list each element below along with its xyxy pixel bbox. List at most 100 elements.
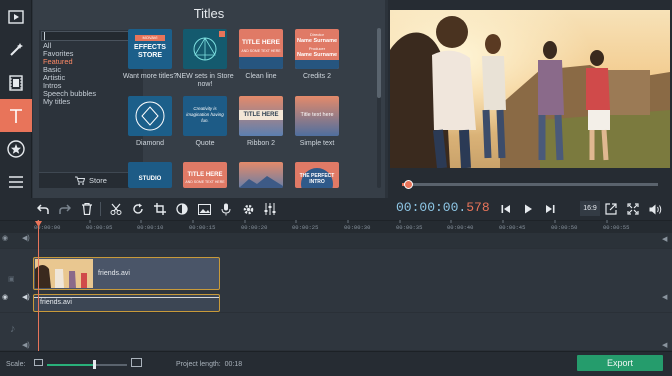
speaker-icon-active[interactable]: ◀) <box>22 293 30 301</box>
tile-preview-text: TITLE HERE <box>187 172 223 178</box>
clip-filename: friends.avi <box>98 270 130 277</box>
title-tile-quote[interactable]: Creativity is imagination having fun. <box>183 96 227 136</box>
ruler-tick: 00:00:15 <box>189 224 216 231</box>
tile-label: Quote <box>195 140 215 147</box>
bottom-bar: Scale: Project length: 00:18 <box>0 351 672 376</box>
tile-preview-text: STUDIO <box>138 176 162 182</box>
magic-wand-icon[interactable] <box>0 33 32 66</box>
title-tile-new-sets[interactable] <box>183 29 227 69</box>
speaker-icon[interactable]: ◀ <box>662 293 667 301</box>
tile-preview-sub: AND SOME TEXT HERE <box>185 180 225 184</box>
volume-icon[interactable] <box>647 201 663 217</box>
video-clip[interactable]: friends.avi <box>33 257 220 290</box>
ruler-tick: 00:00:55 <box>603 224 630 231</box>
color-adjust-icon[interactable] <box>174 201 190 217</box>
edit-toolbar <box>0 198 672 220</box>
redo-icon[interactable] <box>57 201 73 217</box>
timeline-ruler[interactable]: 00:00:00 00:00:05 00:00:10 00:00:15 00:0… <box>0 220 672 233</box>
seek-bar[interactable] <box>402 183 658 186</box>
ruler-tick: 00:00:50 <box>551 224 578 231</box>
speaker-icon[interactable]: ◀) <box>22 234 30 242</box>
title-tile-diamond[interactable] <box>128 96 172 136</box>
tile-preview-sub: Producer <box>308 46 326 51</box>
crop-icon[interactable] <box>152 201 168 217</box>
cut-icon[interactable] <box>108 201 124 217</box>
tile-preview-text-2: Name Surname <box>296 52 338 58</box>
ruler-tick: 00:00:10 <box>137 224 164 231</box>
star-stickers-icon[interactable] <box>0 132 32 165</box>
title-tile-studio[interactable]: STUDIO <box>128 162 172 188</box>
title-track[interactable] <box>0 233 672 249</box>
ruler-tick: 00:00:40 <box>447 224 474 231</box>
category-search-input[interactable]: × <box>41 31 141 41</box>
left-toolbar <box>0 0 32 198</box>
aspect-ratio-button[interactable]: 16:9 <box>580 201 600 216</box>
image-icon[interactable] <box>196 201 212 217</box>
rotate-icon[interactable] <box>130 201 146 217</box>
undo-icon[interactable] <box>35 201 51 217</box>
title-tile-credits-2[interactable]: Director Name Surname Producer Name Surn… <box>295 29 339 69</box>
zoom-out-icon[interactable] <box>34 359 43 366</box>
scale-slider-handle[interactable] <box>93 360 96 369</box>
ruler-tick: 00:00:30 <box>344 224 371 231</box>
tile-preview-text: Title text here <box>300 112 334 118</box>
seek-bar-handle[interactable] <box>404 180 413 189</box>
title-tile-ribbon-2[interactable]: TITLE HERE <box>239 96 283 136</box>
tile-preview-text: TITLE HERE <box>242 39 280 46</box>
scale-slider-fill <box>47 364 95 366</box>
title-tile-mountains[interactable] <box>239 162 283 188</box>
friends-walking-scene <box>390 10 670 168</box>
panel-title: Titles <box>193 6 225 21</box>
titles-panel: Titles × All Favorites Featured Basic Ar… <box>33 0 385 198</box>
import-media-icon[interactable] <box>0 0 32 33</box>
new-badge <box>219 31 225 37</box>
more-menu-icon[interactable] <box>0 165 32 198</box>
skip-forward-icon[interactable] <box>542 201 558 217</box>
geometric-sphere-icon <box>193 37 217 61</box>
speaker-icon[interactable]: ◀ <box>662 235 667 243</box>
filmstrip-icon[interactable] <box>0 66 32 99</box>
eye-icon-active[interactable]: ◉ <box>2 293 8 301</box>
toolbar-divider <box>100 202 101 216</box>
titles-scrollbar-thumb[interactable] <box>377 28 381 98</box>
scale-label: Scale: <box>6 361 26 368</box>
video-preview-panel <box>388 0 672 198</box>
microphone-icon[interactable] <box>218 201 234 217</box>
timeline-tracks: ◉ ◀) ▣ ◉ ◀) ♪ ◀) ◀ ◀ ◀ <box>0 233 672 351</box>
fullscreen-icon[interactable] <box>625 201 641 217</box>
audio-clip[interactable]: friends.avi <box>33 294 220 312</box>
title-tile-simple-text[interactable]: Title text here <box>295 96 339 136</box>
tile-preview-band <box>239 57 283 69</box>
title-tile-effects-store[interactable]: MOVAVI EFFECTS STORE <box>128 29 172 69</box>
skip-back-icon[interactable] <box>498 201 514 217</box>
tile-label: Credits 2 <box>302 73 331 80</box>
play-icon[interactable] <box>520 201 536 217</box>
export-button[interactable]: Export <box>577 355 663 371</box>
zoom-in-icon[interactable] <box>131 358 142 367</box>
speaker-icon[interactable]: ◀) <box>22 341 30 349</box>
tile-label: Clean line <box>245 73 277 80</box>
project-length-value: 00:18 <box>224 361 243 368</box>
clip-thumbnail-image <box>35 259 93 288</box>
audio-volume-line[interactable] <box>34 297 219 298</box>
mountain-silhouette <box>239 176 283 188</box>
video-frame[interactable] <box>390 10 670 168</box>
eye-icon[interactable]: ◉ <box>2 234 8 242</box>
project-length-label: Project length: <box>176 361 221 368</box>
settings-icon[interactable] <box>240 201 256 217</box>
title-tile-perfect-intro[interactable]: THE PERFECT INTRO <box>295 162 339 188</box>
playhead-line[interactable] <box>38 220 39 351</box>
title-tile-clean-line[interactable]: TITLE HERE AND SOME TEXT HERE <box>239 29 283 69</box>
tile-kicker: Director <box>309 32 324 37</box>
text-titles-icon[interactable] <box>0 99 32 132</box>
ruler-tick: 00:00:35 <box>396 224 423 231</box>
title-tile-title-here[interactable]: TITLE HERE AND SOME TEXT HERE <box>183 162 227 188</box>
tile-preview-text: TITLE HERE <box>239 110 283 120</box>
equalizer-icon[interactable] <box>262 201 278 217</box>
popout-icon[interactable] <box>603 201 619 217</box>
music-track[interactable] <box>0 313 672 351</box>
category-my-titles[interactable]: My titles <box>43 98 70 106</box>
speaker-icon[interactable]: ◀ <box>662 341 667 349</box>
trash-icon[interactable] <box>79 201 95 217</box>
tile-preview-text: EFFECTS STORE <box>134 44 166 59</box>
